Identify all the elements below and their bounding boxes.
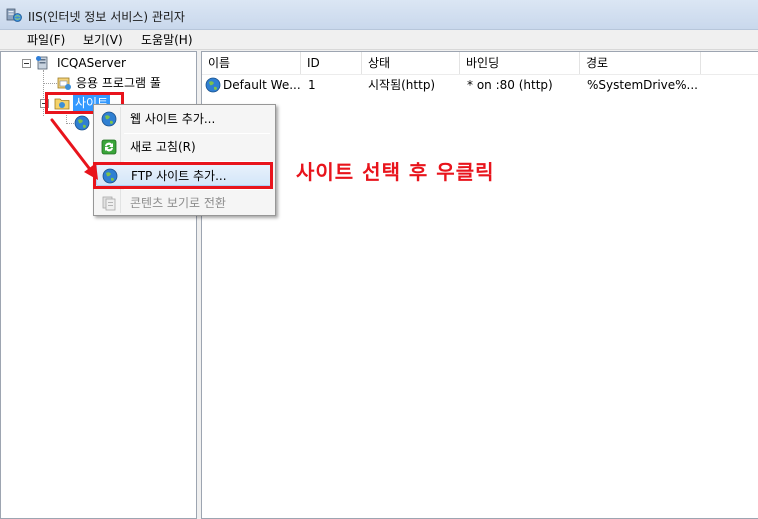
menu-item-switch-to-content-view[interactable]: 콘텐츠 보기로 전환: [96, 192, 273, 214]
annotation-text: 사이트 선택 후 우클릭: [296, 160, 495, 184]
column-header-name[interactable]: 이름: [202, 52, 301, 74]
menu-item-refresh[interactable]: 새로 고침(R): [96, 136, 273, 158]
annotation-arrow-icon: [50, 118, 98, 180]
collapse-icon[interactable]: [22, 59, 31, 68]
column-header-status[interactable]: 상태: [362, 52, 460, 74]
content-view-icon: [102, 196, 116, 211]
server-icon: [36, 56, 48, 70]
menu-file[interactable]: 파일(F): [22, 32, 70, 48]
window-title: IIS(인터넷 정보 서비스) 관리자: [28, 10, 185, 24]
tree-node-server[interactable]: ICQAServer: [20, 54, 190, 72]
tree-label-server: ICQAServer: [57, 56, 126, 70]
column-header-path[interactable]: 경로: [580, 52, 701, 74]
title-bar: IIS(인터넷 정보 서비스) 관리자: [0, 0, 758, 30]
menu-view[interactable]: 보기(V): [78, 32, 128, 48]
menu-separator: [124, 133, 270, 134]
iis-manager-icon: [6, 8, 22, 22]
cell-site-binding: * on :80 (http): [467, 78, 553, 92]
tree-label-app-pools: 응용 프로그램 풀: [76, 76, 161, 90]
menu-help[interactable]: 도움말(H): [136, 32, 198, 48]
menu-item-add-website[interactable]: 웹 사이트 추가...: [96, 108, 273, 130]
column-header-id[interactable]: ID: [301, 52, 362, 74]
menu-item-label: 웹 사이트 추가...: [130, 112, 216, 126]
globe-icon: [205, 77, 221, 93]
menu-bar: 파일(F) 보기(V) 도움말(H): [0, 30, 758, 50]
cell-site-status: 시작됨(http): [368, 78, 436, 92]
menu-separator: [124, 189, 270, 190]
context-menu: 웹 사이트 추가... 새로 고침(R) FTP 사이트 추가... 콘텐츠 보…: [93, 104, 276, 216]
menu-item-label: 새로 고침(R): [130, 140, 196, 154]
application-pool-icon: [57, 77, 71, 90]
tree-node-app-pools[interactable]: 응용 프로그램 풀: [54, 74, 194, 92]
cell-site-path: %SystemDrive%...: [587, 78, 698, 92]
menu-item-label: 콘텐츠 보기로 전환: [130, 196, 226, 210]
column-header-binding[interactable]: 바인딩: [460, 52, 580, 74]
cell-site-name: Default We...: [223, 78, 301, 92]
cell-site-id: 1: [308, 78, 316, 92]
header-divider: [202, 74, 758, 75]
sites-list-pane[interactable]: [201, 51, 758, 519]
ftp-item-highlight-box: [93, 162, 273, 189]
